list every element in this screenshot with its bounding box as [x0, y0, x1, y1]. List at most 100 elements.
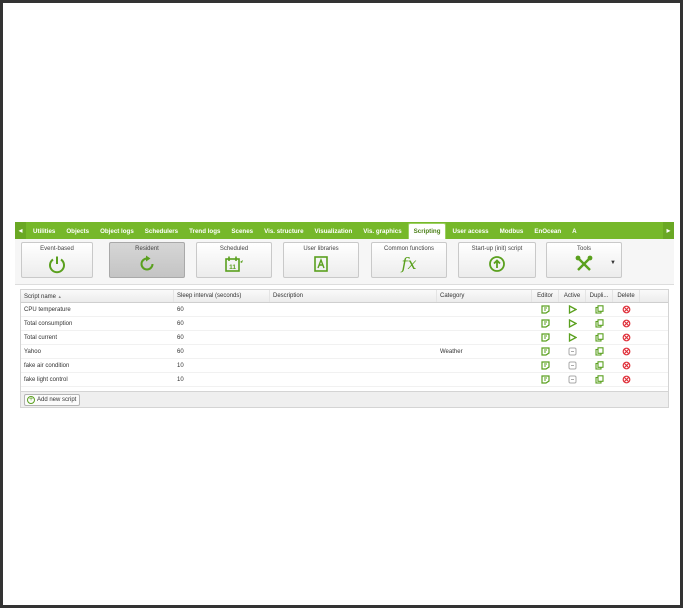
common-functions-label: Common functions: [383, 246, 435, 252]
col-editor[interactable]: Editor: [532, 290, 559, 302]
scripts-grid: Script name ▲ Sleep interval (seconds) D…: [20, 289, 669, 392]
editor-icon[interactable]: [541, 347, 550, 356]
table-row[interactable]: Total consumption 60: [21, 317, 668, 331]
table-row[interactable]: Total current 60: [21, 331, 668, 345]
tabs-scroll-left-icon[interactable]: ◂: [15, 222, 26, 239]
table-row[interactable]: fake air condition 10: [21, 359, 668, 373]
delete-icon[interactable]: [622, 305, 631, 314]
script-name-cell: CPU temperature: [24, 307, 71, 313]
description-cell: [270, 359, 437, 372]
sleep-interval-cell: 10: [177, 363, 184, 369]
duplicate-icon[interactable]: [595, 319, 604, 328]
tab-list: Utilities Objects Object logs Schedulers Tre…: [26, 222, 663, 239]
grid-body: CPU temperature 60 Total consumption 60 Tota…: [21, 303, 668, 387]
tab-vis-structure[interactable]: Vis. structure: [259, 225, 308, 239]
category-cell: [437, 317, 532, 330]
script-name-cell: fake air condition: [24, 363, 70, 369]
duplicate-icon[interactable]: [595, 305, 604, 314]
description-cell: [270, 303, 437, 316]
tab-a[interactable]: A: [567, 225, 581, 239]
sleep-interval-cell: 10: [177, 377, 184, 383]
col-active[interactable]: Active: [559, 290, 586, 302]
table-row[interactable]: CPU temperature 60: [21, 303, 668, 317]
tab-vis-graphics[interactable]: Vis. graphics: [358, 225, 406, 239]
common-functions-button[interactable]: Common functions fx: [371, 242, 447, 278]
upload-circle-icon: [487, 254, 507, 276]
resident-button[interactable]: Resident: [109, 242, 185, 278]
delete-icon[interactable]: [622, 375, 631, 384]
sleep-interval-cell: 60: [177, 335, 184, 341]
duplicate-icon[interactable]: [595, 333, 604, 342]
refresh-icon: [137, 254, 157, 276]
category-cell: [437, 373, 532, 386]
tab-modbus[interactable]: Modbus: [495, 225, 529, 239]
tab-enocean[interactable]: EnOcean: [529, 225, 566, 239]
col-description[interactable]: Description: [270, 290, 437, 302]
tab-scripting[interactable]: Scripting: [407, 223, 447, 239]
duplicate-icon[interactable]: [595, 361, 604, 370]
play-icon[interactable]: [568, 318, 577, 328]
script-name-cell: Total current: [24, 335, 58, 341]
delete-icon[interactable]: [622, 361, 631, 370]
editor-icon[interactable]: [541, 375, 550, 384]
startup-script-button[interactable]: Start-up (init) script: [458, 242, 536, 278]
tools-button[interactable]: Tools ▼: [546, 242, 622, 278]
play-icon[interactable]: [568, 304, 577, 314]
editor-icon[interactable]: [541, 361, 550, 370]
col-sleep-interval[interactable]: Sleep interval (seconds): [174, 290, 270, 302]
tools-label: Tools: [576, 246, 591, 252]
tab-object-logs[interactable]: Object logs: [95, 225, 139, 239]
play-icon[interactable]: [568, 332, 577, 342]
user-libraries-button[interactable]: User libraries: [283, 242, 359, 278]
sort-asc-icon: ▲: [57, 294, 62, 299]
col-script-name-label: Script name: [24, 294, 57, 300]
tab-trend-logs[interactable]: Trend logs: [184, 225, 225, 239]
description-cell: [270, 373, 437, 386]
editor-icon[interactable]: [541, 319, 550, 328]
tools-dropdown-icon: ▼: [610, 260, 616, 266]
paused-icon[interactable]: [568, 361, 577, 370]
sleep-interval-cell: 60: [177, 321, 184, 327]
tab-scenes[interactable]: Scenes: [226, 225, 258, 239]
col-script-name[interactable]: Script name ▲: [21, 290, 174, 302]
col-delete[interactable]: Delete: [613, 290, 640, 302]
scripting-toolbar: Event-based Resident Scheduled 11 User l…: [15, 239, 674, 285]
main-tab-bar: ◂ Utilities Objects Object logs Schedulers T…: [15, 222, 674, 239]
tab-user-access[interactable]: User access: [447, 225, 493, 239]
power-icon: [47, 254, 67, 276]
event-based-button[interactable]: Event-based: [21, 242, 93, 278]
table-row[interactable]: fake light control 10: [21, 373, 668, 387]
description-cell: [270, 345, 437, 358]
scheduled-button[interactable]: Scheduled 11: [196, 242, 272, 278]
category-cell: Weather: [440, 349, 463, 355]
sleep-interval-cell: 60: [177, 307, 184, 313]
paused-icon[interactable]: [568, 375, 577, 384]
tab-objects[interactable]: Objects: [61, 225, 94, 239]
library-icon: [311, 254, 331, 276]
add-new-script-button[interactable]: + Add new script: [24, 394, 81, 406]
delete-icon[interactable]: [622, 319, 631, 328]
duplicate-icon[interactable]: [595, 375, 604, 384]
add-circle-icon: +: [27, 396, 35, 404]
editor-icon[interactable]: [541, 305, 550, 314]
table-row[interactable]: Yahoo 60 Weather: [21, 345, 668, 359]
tab-utilities[interactable]: Utilities: [28, 225, 60, 239]
tab-visualization[interactable]: Visualization: [310, 225, 358, 239]
editor-icon[interactable]: [541, 333, 550, 342]
duplicate-icon[interactable]: [595, 347, 604, 356]
col-duplicate[interactable]: Dupli...: [586, 290, 613, 302]
delete-icon[interactable]: [622, 333, 631, 342]
description-cell: [270, 317, 437, 330]
calendar-icon: 11: [223, 254, 245, 276]
script-name-cell: Yahoo: [24, 349, 41, 355]
script-name-cell: Total consumption: [24, 321, 73, 327]
category-cell: [437, 303, 532, 316]
user-libraries-label: User libraries: [303, 246, 339, 252]
tab-schedulers[interactable]: Schedulers: [140, 225, 183, 239]
col-category[interactable]: Category: [437, 290, 532, 302]
paused-icon[interactable]: [568, 347, 577, 356]
event-based-label: Event-based: [40, 246, 74, 252]
calendar-day: 11: [229, 264, 236, 271]
tabs-scroll-right-icon[interactable]: ▸: [663, 222, 674, 239]
delete-icon[interactable]: [622, 347, 631, 356]
